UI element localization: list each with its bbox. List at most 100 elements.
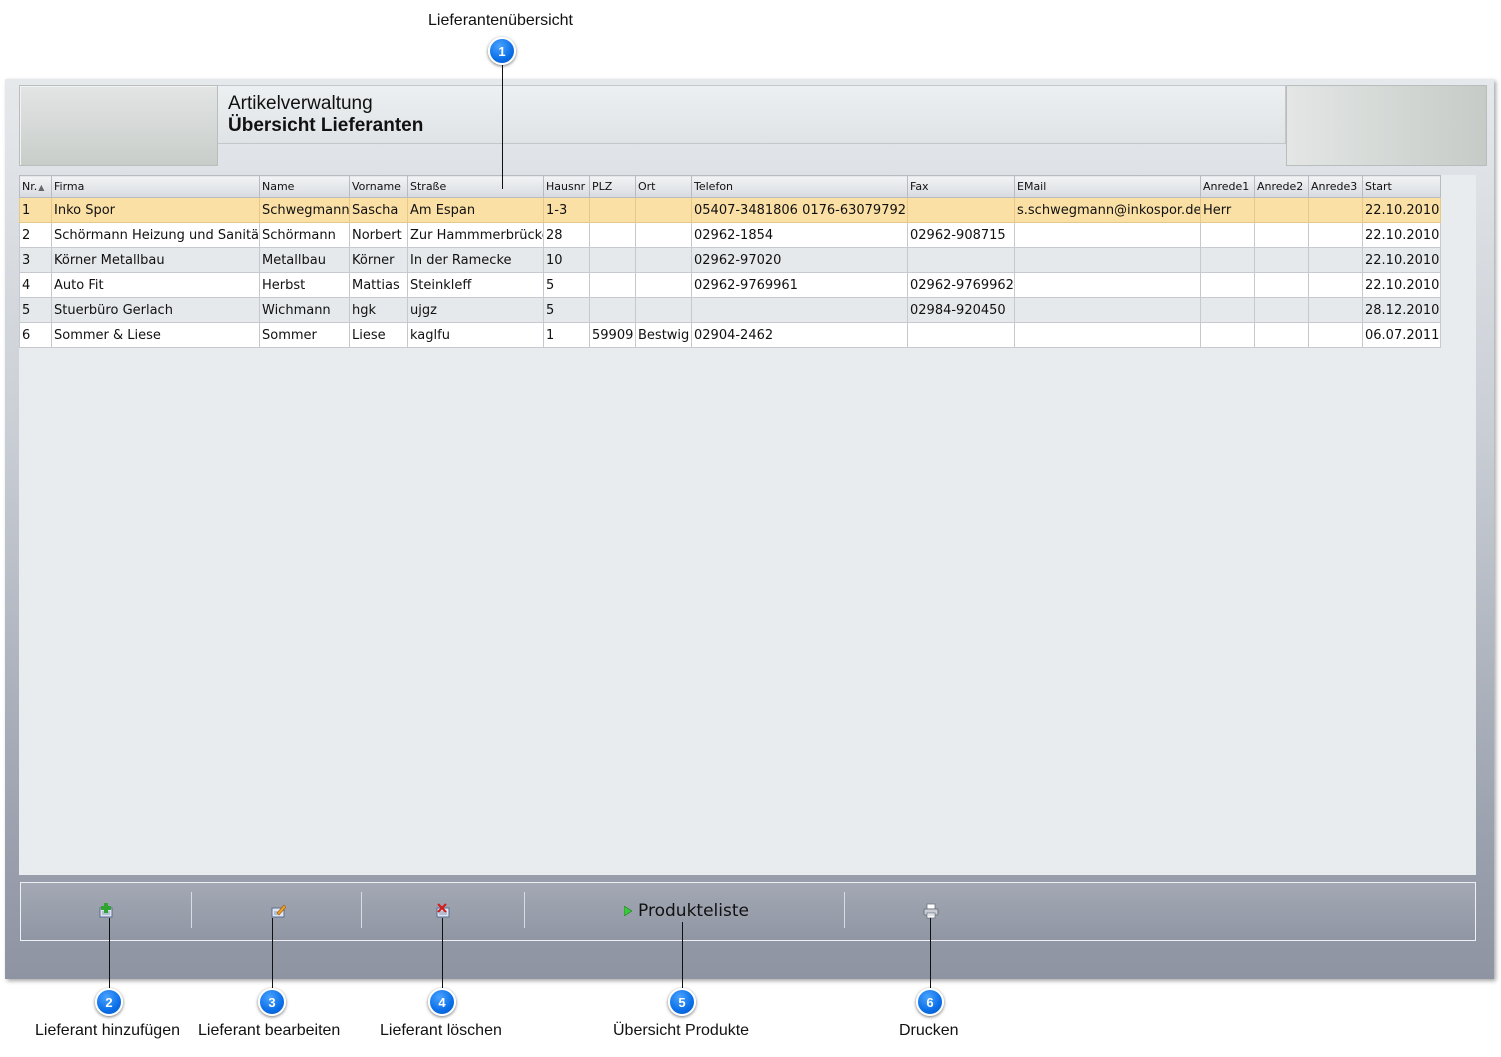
table-row[interactable]: 1 Inko Spor Schwegmann Sascha Am Espan 1-3 054… — [19, 197, 1441, 223]
cell-strasse: kaglfu — [407, 322, 544, 348]
annotation-line-4 — [442, 918, 443, 990]
cell-hausnr: 5 — [543, 272, 590, 298]
add-supplier-button[interactable] — [91, 899, 121, 923]
column-header-nr[interactable]: Nr.▲ — [19, 175, 52, 198]
cell-start: 22.10.2010 — [1362, 222, 1441, 248]
cell-anrede1 — [1200, 247, 1255, 273]
annotation-badge-1: 1 — [488, 37, 516, 65]
cell-ort — [635, 222, 692, 248]
cell-hausnr: 10 — [543, 247, 590, 273]
table-row[interactable]: 6 Sommer & Liese Sommer Liese kaglfu 1 59909 Be… — [19, 322, 1441, 348]
cell-anrede1: Herr — [1200, 197, 1255, 223]
cell-hausnr: 1-3 — [543, 197, 590, 223]
annotation-badge-2: 2 — [95, 988, 123, 1016]
add-supplier-icon — [99, 903, 113, 918]
cell-fax — [907, 322, 1015, 348]
cell-telefon: 05407-3481806 0176-63079792 — [691, 197, 908, 223]
column-header-strasse[interactable]: Straße — [407, 175, 544, 198]
column-header-name[interactable]: Name — [259, 175, 350, 198]
cell-vorname: hgk — [349, 297, 408, 323]
cell-strasse: ujgz — [407, 297, 544, 323]
table-row[interactable]: 4 Auto Fit Herbst Mattias Steinkleff 5 02962-9… — [19, 272, 1441, 298]
cell-telefon: 02962-1854 — [691, 222, 908, 248]
toolbar-separator — [361, 892, 362, 928]
toolbar-separator — [191, 892, 192, 928]
column-header-anrede2[interactable]: Anrede2 — [1254, 175, 1309, 198]
table-header-row: Nr.▲ Firma Name Vorname Straße Hausnr PL… — [19, 175, 1441, 198]
cell-anrede3 — [1308, 297, 1363, 323]
cell-name: Metallbau — [259, 247, 350, 273]
cell-plz — [589, 222, 636, 248]
table-row[interactable]: 3 Körner Metallbau Metallbau Körner In der R… — [19, 247, 1441, 273]
product-list-button[interactable]: Produkteliste — [619, 899, 754, 923]
column-header-anrede1[interactable]: Anrede1 — [1200, 175, 1255, 198]
print-button[interactable] — [916, 899, 946, 923]
cell-start: 28.12.2010 — [1362, 297, 1441, 323]
cell-name: Sommer — [259, 322, 350, 348]
cell-nr: 2 — [19, 222, 52, 248]
column-header-vorname[interactable]: Vorname — [349, 175, 408, 198]
supplier-table: Nr.▲ Firma Name Vorname Straße Hausnr PL… — [19, 175, 1441, 348]
cell-fax — [907, 197, 1015, 223]
cell-ort: Bestwig — [635, 322, 692, 348]
column-header-plz[interactable]: PLZ — [589, 175, 636, 198]
cell-name: Schwegmann — [259, 197, 350, 223]
cell-firma: Sommer & Liese — [51, 322, 260, 348]
cell-fax: 02984-920450 — [907, 297, 1015, 323]
product-list-label: Produkteliste — [638, 901, 749, 921]
toolbar-separator — [844, 892, 845, 928]
cell-fax — [907, 247, 1015, 273]
cell-plz: 59909 — [589, 322, 636, 348]
table-row[interactable]: 2 Schörmann Heizung und Sanitär Schörmann N… — [19, 222, 1441, 248]
cell-email: s.schwegmann@inkospor.de — [1014, 197, 1201, 223]
column-header-start[interactable]: Start — [1362, 175, 1441, 198]
annotation-line-2 — [109, 918, 110, 990]
annotation-label-delete: Lieferant löschen — [380, 1022, 502, 1039]
cell-firma: Auto Fit — [51, 272, 260, 298]
cell-strasse: Zur Hammmerbrücke — [407, 222, 544, 248]
cell-email — [1014, 322, 1201, 348]
cell-telefon: 02904-2462 — [691, 322, 908, 348]
column-header-telefon[interactable]: Telefon — [691, 175, 908, 198]
edit-supplier-button[interactable] — [263, 899, 293, 923]
cell-nr: 4 — [19, 272, 52, 298]
cell-name: Herbst — [259, 272, 350, 298]
cell-email — [1014, 222, 1201, 248]
cell-hausnr: 28 — [543, 222, 590, 248]
cell-vorname: Norbert — [349, 222, 408, 248]
cell-telefon: 02962-9769961 — [691, 272, 908, 298]
cell-anrede1 — [1200, 322, 1255, 348]
cell-strasse: Steinkleff — [407, 272, 544, 298]
app-window: Artikelverwaltung Übersicht Lieferanten … — [5, 79, 1494, 979]
column-header-fax[interactable]: Fax — [907, 175, 1015, 198]
column-header-anrede3[interactable]: Anrede3 — [1308, 175, 1363, 198]
header-subtitle: Artikelverwaltung — [228, 93, 373, 114]
column-header-ort[interactable]: Ort — [635, 175, 692, 198]
cell-start: 22.10.2010 — [1362, 272, 1441, 298]
column-header-firma[interactable]: Firma — [51, 175, 260, 198]
annotation-badge-6: 6 — [916, 988, 944, 1016]
cell-firma: Stuerbüro Gerlach — [51, 297, 260, 323]
cell-anrede2 — [1254, 222, 1309, 248]
delete-supplier-button[interactable] — [428, 899, 458, 923]
cell-anrede3 — [1308, 222, 1363, 248]
edit-supplier-icon — [271, 904, 286, 918]
table-row[interactable]: 5 Stuerbüro Gerlach Wichmann hgk ujgz 5 02984-… — [19, 297, 1441, 323]
annotation-line-3 — [272, 918, 273, 990]
column-header-hausnr[interactable]: Hausnr — [543, 175, 590, 198]
cell-vorname: Mattias — [349, 272, 408, 298]
cell-hausnr: 1 — [543, 322, 590, 348]
cell-anrede3 — [1308, 322, 1363, 348]
cell-firma: Schörmann Heizung und Sanitär — [51, 222, 260, 248]
cell-ort — [635, 297, 692, 323]
column-header-email[interactable]: EMail — [1014, 175, 1201, 198]
cell-telefon: 02962-97020 — [691, 247, 908, 273]
cell-strasse: Am Espan — [407, 197, 544, 223]
cell-vorname: Sascha — [349, 197, 408, 223]
cell-nr: 5 — [19, 297, 52, 323]
cell-hausnr: 5 — [543, 297, 590, 323]
annotation-line-5 — [682, 922, 683, 990]
header-title-panel: Artikelverwaltung Übersicht Lieferanten — [218, 85, 1286, 144]
annotation-label-overview: Lieferantenübersicht — [428, 12, 573, 29]
cell-plz — [589, 272, 636, 298]
